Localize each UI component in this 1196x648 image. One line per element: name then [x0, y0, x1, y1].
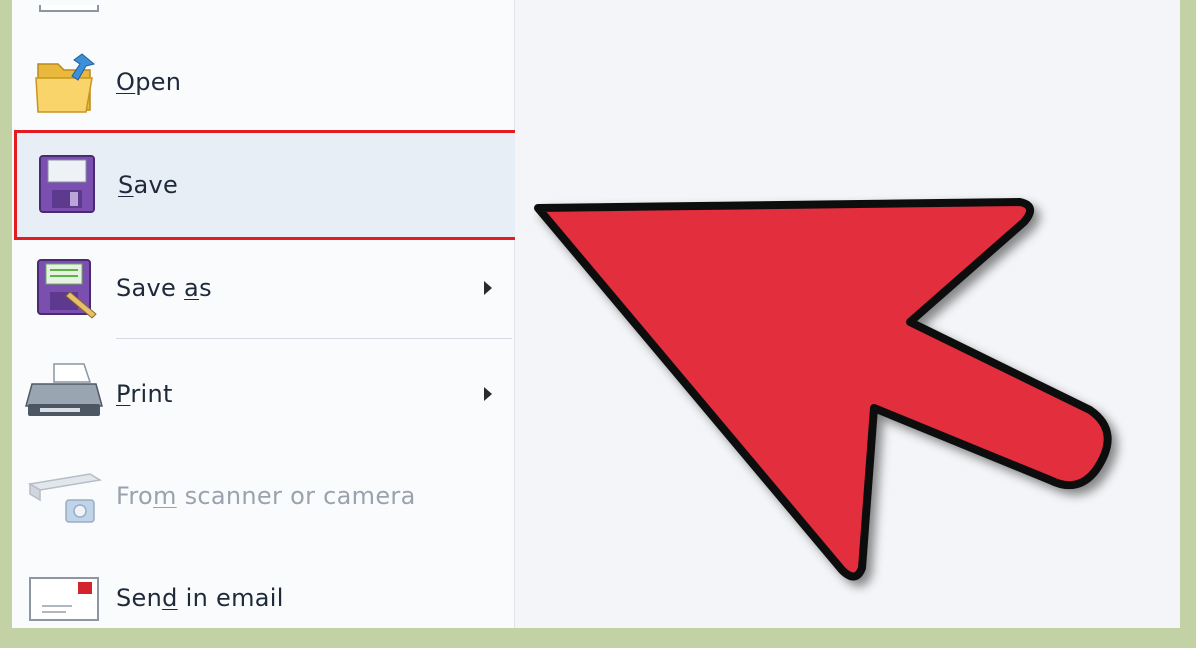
menu-item-save[interactable]: Save: [14, 130, 520, 240]
menu-item-label: Save as: [116, 274, 212, 302]
menu-item-print[interactable]: Print: [12, 344, 514, 444]
floppy-disk-pencil-icon: [32, 256, 100, 320]
menu-item-label: Open: [116, 68, 182, 96]
printer-icon: [24, 360, 104, 424]
scanner-camera-icon: [26, 464, 106, 528]
menu-item-from-scanner-or-camera: From scanner or camera: [12, 446, 514, 546]
menu-item-send-in-email[interactable]: Send in email: [12, 548, 514, 648]
menu-item-label: Save: [118, 171, 179, 199]
red-arrow-pointer-icon: [534, 198, 1112, 581]
menu-item-label: Print: [116, 380, 173, 408]
file-menu: Open Save Save as Print From scanner or …: [12, 0, 520, 628]
cut-off-menu-item: [34, 0, 104, 12]
menu-separator: [116, 338, 512, 339]
menu-item-label: Send in email: [116, 584, 284, 612]
folder-open-icon: [32, 50, 100, 114]
email-envelope-icon: [28, 572, 100, 636]
document-icon: [39, 0, 99, 12]
menu-item-save-as[interactable]: Save as: [12, 238, 514, 338]
menu-item-label: From scanner or camera: [116, 482, 416, 510]
floppy-disk-icon: [32, 152, 100, 216]
menu-item-open[interactable]: Open: [12, 32, 514, 132]
